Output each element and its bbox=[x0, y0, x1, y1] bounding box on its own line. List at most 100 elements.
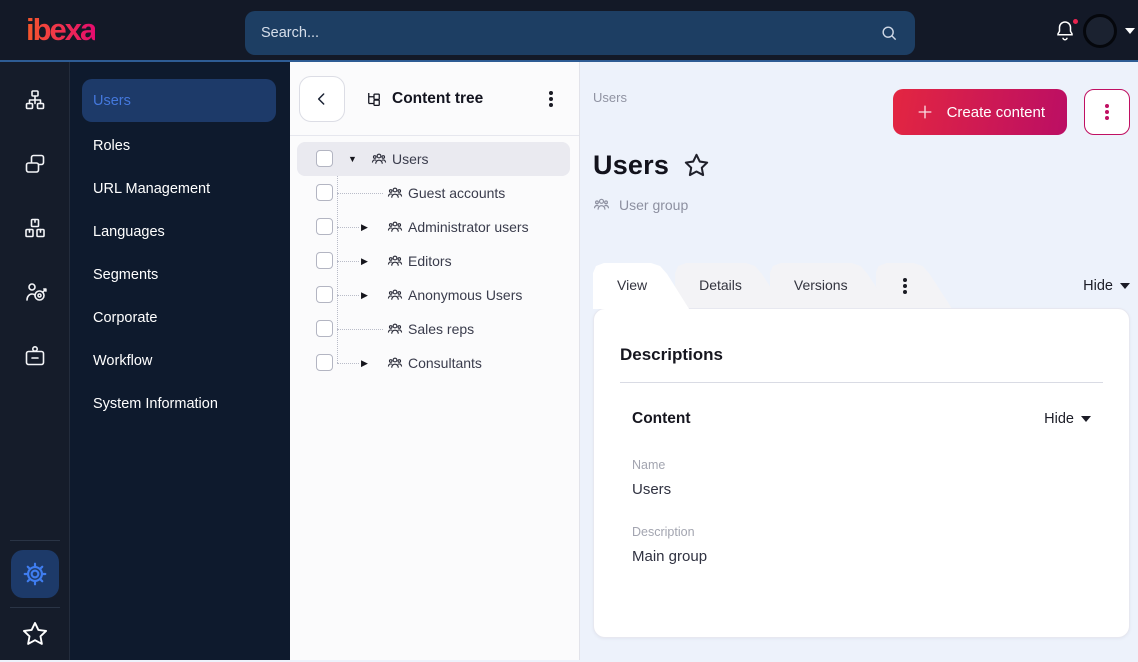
search-input[interactable] bbox=[261, 25, 879, 41]
kebab-icon bbox=[549, 96, 553, 101]
tree-item-label[interactable]: Sales reps bbox=[408, 312, 474, 346]
tree-guide-stub bbox=[337, 329, 383, 330]
tree-checkbox[interactable] bbox=[316, 286, 333, 303]
tree-item-label[interactable]: Anonymous Users bbox=[408, 278, 522, 312]
tree-item-label[interactable]: Users bbox=[392, 142, 429, 176]
tree-item-editors[interactable]: ▶ Editors bbox=[297, 244, 570, 278]
tree-item-label[interactable]: Editors bbox=[408, 244, 452, 278]
content-tree-list: ▼ Users Guest accounts ▶ Administrator u… bbox=[290, 136, 579, 380]
caret-down-icon bbox=[1120, 282, 1130, 289]
caret-right-icon[interactable]: ▶ bbox=[361, 244, 368, 278]
tree-item-label[interactable]: Consultants bbox=[408, 346, 482, 380]
tree-item-sales-reps[interactable]: Sales reps bbox=[297, 312, 570, 346]
sitemap-icon[interactable] bbox=[23, 88, 47, 112]
content-tree-header: Content tree bbox=[290, 62, 579, 136]
notifications-button[interactable] bbox=[1053, 17, 1080, 45]
sidebar-item-label: System Information bbox=[93, 396, 218, 412]
rail-bottom-group bbox=[0, 540, 69, 648]
user-group-icon bbox=[387, 253, 403, 269]
tab-versions[interactable]: Versions bbox=[770, 263, 890, 308]
field-label-description: Description bbox=[632, 525, 695, 539]
star-icon bbox=[22, 621, 47, 645]
tree-guide-stub bbox=[337, 261, 359, 262]
sidebar-item-url-management[interactable]: URL Management bbox=[82, 170, 276, 208]
sidebar-item-label: Workflow bbox=[93, 353, 153, 369]
search-icon bbox=[882, 26, 897, 41]
tabs-row: View Details Versions Hide bbox=[593, 263, 1130, 308]
page-options-button[interactable] bbox=[1084, 89, 1130, 135]
descriptions-card: Descriptions Content Hide Name Users Des… bbox=[593, 308, 1130, 638]
admin-badge-icon[interactable] bbox=[23, 344, 47, 368]
sidebar-item-label: Corporate bbox=[93, 310, 158, 326]
header-actions: Create content bbox=[892, 89, 1130, 135]
tree-checkbox[interactable] bbox=[316, 320, 333, 337]
tree-item-consultants[interactable]: ▶ Consultants bbox=[297, 346, 570, 380]
card-divider bbox=[620, 382, 1103, 383]
tree-options-button[interactable] bbox=[541, 87, 561, 111]
content-tree-title-group: Content tree bbox=[365, 90, 483, 108]
tree-item-users[interactable]: ▼ Users bbox=[297, 142, 570, 176]
tree-item-anonymous-users[interactable]: ▶ Anonymous Users bbox=[297, 278, 570, 312]
sidebar-item-languages[interactable]: Languages bbox=[82, 213, 276, 251]
tree-checkbox[interactable] bbox=[316, 354, 333, 371]
ibexa-admin-app: ibexa Search... Users Roles URL Manageme… bbox=[0, 0, 1138, 662]
page-title: Users bbox=[593, 150, 670, 180]
tree-item-label[interactable]: Guest accounts bbox=[408, 176, 505, 210]
bookmark-toggle[interactable] bbox=[683, 152, 710, 179]
rail-divider bbox=[9, 540, 60, 541]
sidebar-item-corporate[interactable]: Corporate bbox=[82, 299, 276, 337]
chevron-down-icon bbox=[1125, 28, 1135, 34]
tab-view[interactable]: View bbox=[593, 263, 689, 309]
sidebar-item-workflow[interactable]: Workflow bbox=[82, 342, 276, 380]
avatar[interactable] bbox=[1083, 14, 1117, 48]
tab-more-button[interactable] bbox=[876, 263, 952, 308]
sidebar-item-users[interactable]: Users bbox=[82, 79, 276, 122]
hide-panel-toggle[interactable]: Hide bbox=[1083, 278, 1130, 294]
content-tree-panel: Content tree ▼ Users Guest accounts ▶ Ad… bbox=[290, 62, 580, 660]
tree-item-label[interactable]: Administrator users bbox=[408, 210, 529, 244]
global-search[interactable] bbox=[245, 11, 915, 55]
plus-icon bbox=[918, 105, 932, 119]
create-content-button[interactable]: Create content bbox=[892, 89, 1067, 135]
tree-item-administrator-users[interactable]: ▶ Administrator users bbox=[297, 210, 570, 244]
sidebar-item-roles[interactable]: Roles bbox=[82, 127, 276, 165]
hide-section-toggle[interactable]: Hide bbox=[1044, 411, 1091, 427]
star-icon bbox=[684, 153, 709, 177]
caret-down-icon[interactable]: ▼ bbox=[348, 142, 357, 176]
content-tree-icon bbox=[368, 92, 380, 106]
field-value-name: Users bbox=[632, 481, 672, 498]
sidebar-item-label: Users bbox=[93, 92, 131, 109]
personalization-icon[interactable] bbox=[23, 280, 47, 304]
breadcrumb[interactable]: Users bbox=[593, 90, 627, 105]
tab-details[interactable]: Details bbox=[675, 263, 784, 308]
settings-button-active[interactable] bbox=[10, 550, 59, 598]
tree-checkbox[interactable] bbox=[316, 150, 333, 167]
sidebar-item-label: Roles bbox=[93, 138, 131, 154]
collapse-tree-button[interactable] bbox=[299, 75, 345, 122]
sidebar-item-segments[interactable]: Segments bbox=[82, 256, 276, 294]
user-group-icon bbox=[593, 198, 610, 210]
tree-checkbox[interactable] bbox=[316, 252, 333, 269]
tree-guide-stub bbox=[337, 363, 359, 364]
tree-guide-stub bbox=[337, 227, 359, 228]
user-group-icon bbox=[387, 321, 403, 337]
caret-right-icon[interactable]: ▶ bbox=[361, 346, 368, 380]
kebab-icon bbox=[903, 284, 907, 288]
bookmarks-button[interactable] bbox=[21, 620, 49, 648]
pages-icon[interactable] bbox=[23, 152, 47, 176]
ibexa-logo[interactable]: ibexa bbox=[26, 12, 97, 48]
tree-checkbox[interactable] bbox=[316, 184, 333, 201]
user-group-icon bbox=[371, 151, 387, 167]
content-section-header: Content Hide bbox=[620, 410, 1103, 428]
tree-item-guest-accounts[interactable]: Guest accounts bbox=[297, 176, 570, 210]
tree-guide-stub bbox=[337, 295, 359, 296]
products-icon[interactable] bbox=[23, 216, 47, 240]
caret-right-icon[interactable]: ▶ bbox=[361, 210, 368, 244]
user-group-icon bbox=[387, 219, 403, 235]
tree-checkbox[interactable] bbox=[316, 218, 333, 235]
caret-right-icon[interactable]: ▶ bbox=[361, 278, 368, 312]
user-group-icon bbox=[387, 355, 403, 371]
sidebar-item-system-information[interactable]: System Information bbox=[82, 385, 276, 423]
top-bar: ibexa bbox=[0, 0, 1138, 62]
user-menu[interactable] bbox=[1083, 14, 1135, 48]
